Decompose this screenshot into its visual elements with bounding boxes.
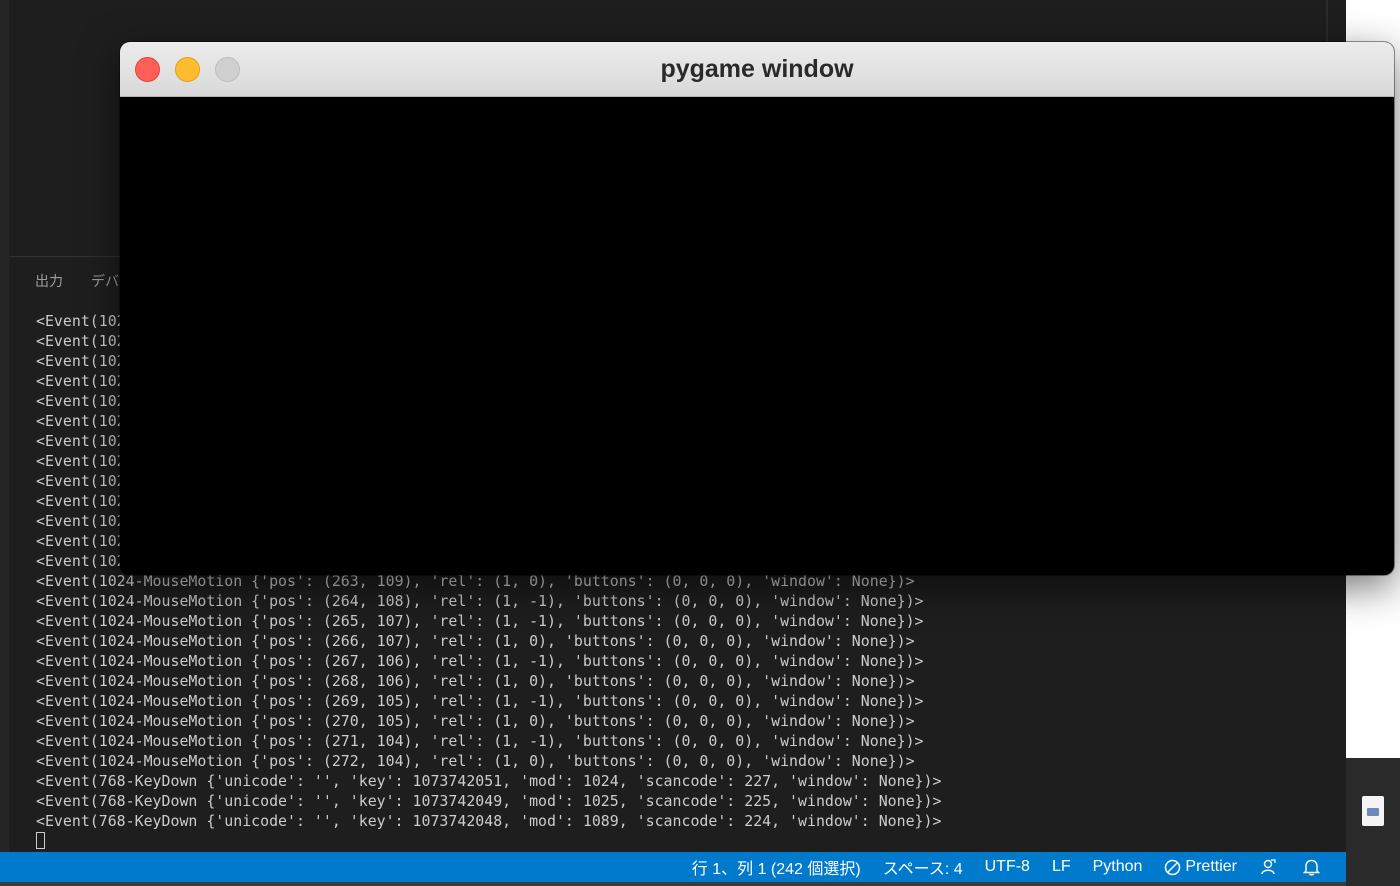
terminal-prompt[interactable]: [36, 831, 1336, 851]
pygame-window[interactable]: pygame window: [120, 42, 1394, 575]
terminal-line: <Event(1024-MouseMotion {'pos': (270, 10…: [36, 712, 915, 730]
terminal-line: <Event(1024-MouseMotion {'pos': (266, 10…: [36, 632, 915, 650]
file-icon[interactable]: [1362, 796, 1384, 826]
status-eol[interactable]: LF: [1052, 858, 1071, 876]
terminal-line: <Event(1024-MouseMotion {'pos': (267, 10…: [36, 652, 924, 670]
dock-edge: [0, 882, 1346, 886]
terminal-line: <Event(768-KeyDown {'unicode': '', 'key'…: [36, 812, 942, 830]
terminal-line: <Event(1024-MouseMotion {'pos': (265, 10…: [36, 612, 924, 630]
terminal-line: <Event(1024-MouseMotion {'pos': (269, 10…: [36, 692, 924, 710]
terminal-line: <Event(1024-MouseMotion {'pos': (272, 10…: [36, 752, 915, 770]
window-titlebar[interactable]: pygame window: [120, 42, 1394, 97]
terminal-line: <Event(768-KeyDown {'unicode': '', 'key'…: [36, 772, 942, 790]
activity-gutter: [0, 0, 9, 852]
status-encoding[interactable]: UTF-8: [985, 858, 1030, 876]
status-prettier[interactable]: Prettier: [1164, 858, 1237, 876]
tab-output[interactable]: 出力: [35, 271, 63, 291]
feedback-button[interactable]: [1259, 858, 1281, 876]
terminal-line: <Event(1024-MouseMotion {'pos': (268, 10…: [36, 672, 915, 690]
pygame-canvas[interactable]: [120, 97, 1394, 575]
prohibited-icon: [1165, 859, 1181, 875]
status-language[interactable]: Python: [1093, 858, 1143, 876]
prettier-label: Prettier: [1185, 858, 1237, 875]
status-indentation[interactable]: スペース: 4: [883, 855, 963, 879]
bell-icon: [1303, 859, 1320, 876]
terminal-cursor: [36, 832, 45, 849]
feedback-icon: [1261, 859, 1276, 875]
terminal-line: <Event(768-KeyDown {'unicode': '', 'key'…: [36, 792, 942, 810]
status-bar: 行 1、列 1 (242 個選択) スペース: 4 UTF-8 LF Pytho…: [0, 852, 1346, 882]
window-title: pygame window: [660, 55, 854, 83]
terminal-line: <Event(1024-MouseMotion {'pos': (271, 10…: [36, 732, 924, 750]
notifications-button[interactable]: [1303, 858, 1324, 876]
terminal-line: <Event(1024-MouseMotion {'pos': (264, 10…: [36, 592, 924, 610]
status-cursor-position[interactable]: 行 1、列 1 (242 個選択): [692, 855, 861, 879]
